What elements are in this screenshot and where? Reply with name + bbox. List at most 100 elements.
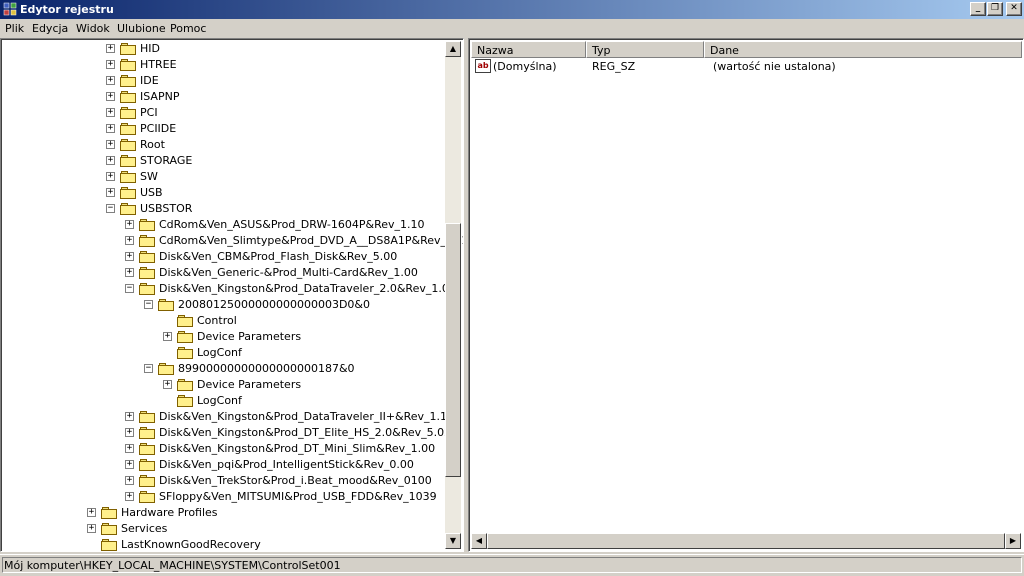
status-path: Mój komputer\HKEY_LOCAL_MACHINE\SYSTEM\C… [2,557,1022,573]
tree-node-label: SFloppy&Ven_MITSUMI&Prod_USB_FDD&Rev_103… [159,490,437,503]
tree-vertical-scrollbar[interactable]: ▲ ▼ [445,41,461,549]
tree-node[interactable]: LastKnownGoodRecovery [1,537,441,551]
expand-icon[interactable]: + [106,108,115,117]
scroll-left-button[interactable]: ◀ [471,533,487,549]
collapse-icon[interactable]: − [144,300,153,309]
expand-icon[interactable]: + [163,380,172,389]
restore-button[interactable]: ❐ [987,2,1003,16]
tree-node[interactable]: + Disk&Ven_Kingston&Prod_DataTraveler_II+… [1,409,454,425]
column-header-data[interactable]: Dane [704,41,1022,58]
key-tree-pane[interactable]: + HID + HTREE + IDE + ISAPNP + PCI + PCIIDE + Root + ST… [0,38,464,552]
close-button[interactable]: ✕ [1006,2,1022,16]
expand-icon[interactable]: + [106,156,115,165]
tree-node[interactable]: − 20080125000000000000003D0&0 [1,297,441,313]
tree-node[interactable]: + SW [1,169,441,185]
scroll-right-button[interactable]: ▶ [1005,533,1021,549]
expand-icon[interactable]: + [125,428,134,437]
expand-icon[interactable]: + [125,476,134,485]
list-horizontal-scrollbar[interactable]: ◀ ▶ [471,533,1021,549]
folder-icon [120,91,136,103]
tree-node[interactable]: Control [1,313,441,329]
tree-node-label: HID [140,42,160,55]
tree-node[interactable]: + PCI [1,105,441,121]
tree-node[interactable]: + Device Parameters [1,377,441,393]
folder-icon [120,59,136,71]
folder-icon [120,75,136,87]
expand-icon[interactable]: + [125,492,134,501]
tree-node[interactable]: + HTREE [1,57,441,73]
expand-icon[interactable]: + [125,412,134,421]
expand-icon[interactable]: + [106,60,115,69]
tree-node[interactable]: + Disk&Ven_pqi&Prod_IntelligentStick&Rev_… [1,457,441,473]
expand-icon[interactable]: + [106,172,115,181]
scroll-up-button[interactable]: ▲ [445,41,461,57]
tree-node-label: Disk&Ven_Kingston&Prod_DT_Mini_Slim&Rev_… [159,442,436,455]
tree-node[interactable]: + Device Parameters [1,329,441,345]
expand-icon[interactable]: + [87,524,96,533]
tree-node-label: USBSTOR [140,202,193,215]
expand-icon[interactable]: + [125,252,134,261]
tree-node[interactable]: + HID [1,41,441,57]
menu-edycja[interactable]: Edycja [32,22,68,35]
tree-node[interactable]: + Disk&Ven_Generic-&Prod_Multi-Card&Rev_1… [1,265,441,281]
tree-node[interactable]: + Root [1,137,441,153]
tree-node-label: Disk&Ven_Kingston&Prod_DataTraveler_2.0&… [159,282,456,295]
folder-icon [158,363,174,375]
tree-node-label: 89900000000000000000187&0 [178,362,355,375]
expand-icon[interactable]: + [106,44,115,53]
horizontal-scroll-thumb[interactable] [487,533,1005,549]
expand-icon[interactable]: + [106,188,115,197]
tree-node[interactable]: LogConf [1,345,441,361]
tree-node[interactable]: + Services [1,521,441,537]
expand-icon[interactable]: + [106,140,115,149]
folder-icon [139,411,155,423]
expand-icon[interactable]: + [125,220,134,229]
tree-node[interactable]: + USB [1,185,441,201]
menu-ulubione[interactable]: Ulubione [117,22,166,35]
scroll-down-button[interactable]: ▼ [445,533,461,549]
values-list-pane[interactable]: Nazwa Typ Dane ab (Domyślna) REG_SZ (war… [468,38,1024,552]
column-header-type[interactable]: Typ [586,41,704,58]
tree-node[interactable]: − Disk&Ven_Kingston&Prod_DataTraveler_2.0… [1,281,456,297]
tree-node[interactable]: − USBSTOR [1,201,441,217]
collapse-icon[interactable]: − [125,284,134,293]
minimize-button[interactable]: _ [970,2,986,16]
value-data: (wartość nie ustalona) [713,60,836,73]
collapse-icon[interactable]: − [106,204,115,213]
tree-node[interactable]: + IDE [1,73,441,89]
tree-node[interactable]: + Disk&Ven_Kingston&Prod_DT_Mini_Slim&Rev… [1,441,441,457]
expand-icon[interactable]: + [125,460,134,469]
tree-node[interactable]: + Disk&Ven_CBM&Prod_Flash_Disk&Rev_5.00 [1,249,441,265]
tree-node[interactable]: + ISAPNP [1,89,441,105]
expand-icon[interactable]: + [106,124,115,133]
tree-node[interactable]: + CdRom&Ven_Slimtype&Prod_DVD_A__DS8A1P&R… [1,233,463,249]
tree-node[interactable]: + PCIIDE [1,121,441,137]
expand-icon[interactable]: + [125,268,134,277]
expand-icon[interactable]: + [106,92,115,101]
collapse-icon[interactable]: − [144,364,153,373]
menu-plik[interactable]: Plik [5,22,24,35]
menu-pomoc[interactable]: Pomoc [170,22,206,35]
tree-node[interactable]: − 89900000000000000000187&0 [1,361,441,377]
expand-icon[interactable]: + [87,508,96,517]
tree-node-label: STORAGE [140,154,193,167]
menu-widok[interactable]: Widok [76,22,110,35]
tree-node[interactable]: + STORAGE [1,153,441,169]
tree-node[interactable]: + Disk&Ven_TrekStor&Prod_i.Beat_mood&Rev_… [1,473,441,489]
expand-icon[interactable]: + [125,236,134,245]
expand-icon[interactable]: + [125,444,134,453]
tree-node[interactable]: + Disk&Ven_Kingston&Prod_DT_Elite_HS_2.0&… [1,425,451,441]
tree-node[interactable]: LogConf [1,393,441,409]
scroll-thumb[interactable] [445,223,461,477]
expand-icon[interactable]: + [163,332,172,341]
expand-icon[interactable]: + [106,76,115,85]
value-row[interactable]: ab (Domyślna) REG_SZ (wartość nie ustalo… [473,59,1013,75]
tree-node-label: CdRom&Ven_ASUS&Prod_DRW-1604P&Rev_1.10 [159,218,425,231]
tree-node-label: Services [121,522,168,535]
tree-node[interactable]: + CdRom&Ven_ASUS&Prod_DRW-1604P&Rev_1.10 [1,217,441,233]
column-header-name[interactable]: Nazwa [471,41,586,58]
tree-node[interactable]: + Hardware Profiles [1,505,441,521]
tree-node[interactable]: + SFloppy&Ven_MITSUMI&Prod_USB_FDD&Rev_10… [1,489,441,505]
title-bar[interactable]: Edytor rejestru _ ❐ ✕ [0,0,1024,19]
folder-icon [101,539,117,551]
